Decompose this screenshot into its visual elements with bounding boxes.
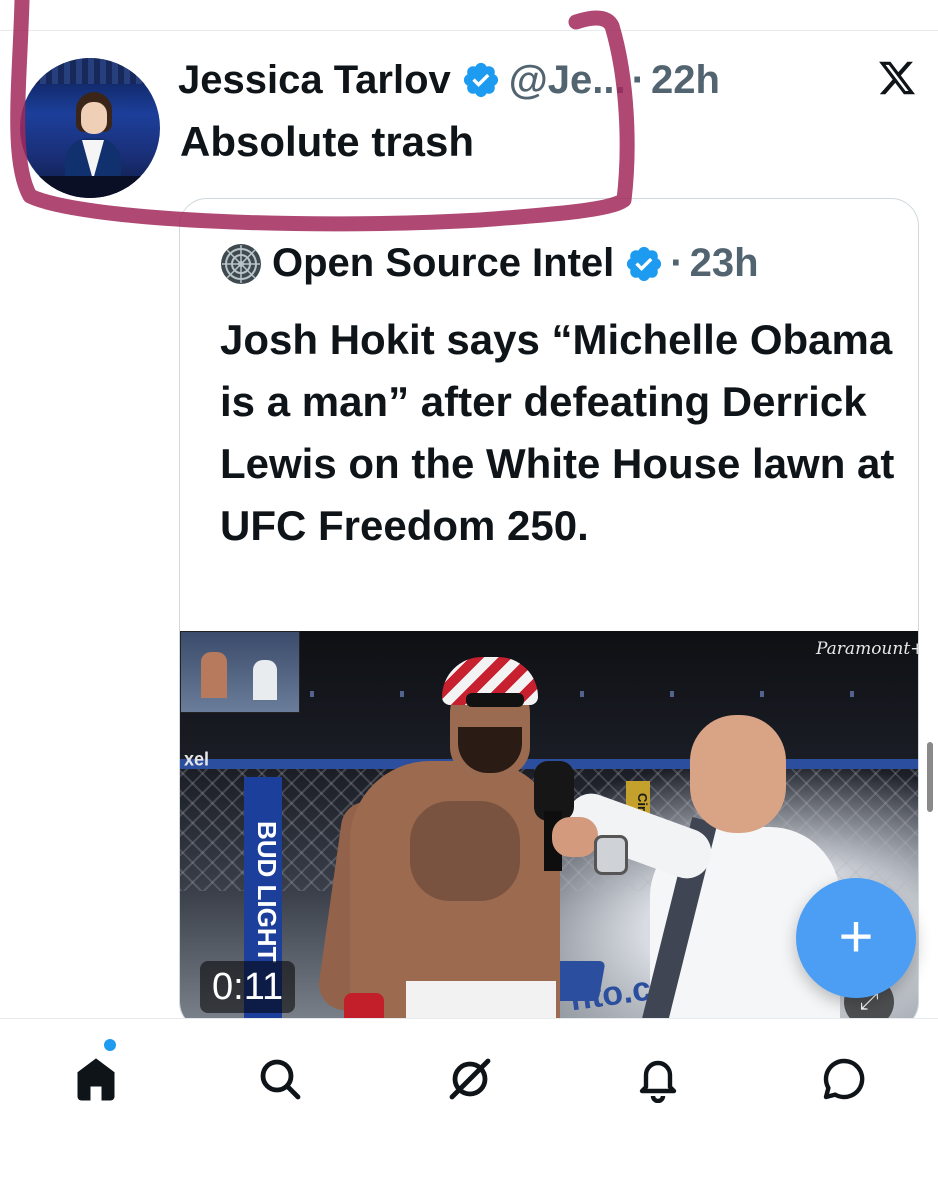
tab-search[interactable] (250, 1049, 310, 1109)
quoted-author-name[interactable]: Open Source Intel (272, 241, 614, 286)
verified-badge-icon (463, 62, 498, 98)
arena-screen-figure (253, 660, 277, 700)
fighter-chest (410, 801, 520, 901)
tweet-timestamp[interactable]: 22h (651, 58, 720, 103)
chat-icon (823, 1058, 865, 1100)
quoted-tweet-header: Open Source Intel · 23h (220, 241, 759, 286)
rail-sponsor-text: xel (184, 747, 210, 770)
tab-grok[interactable] (440, 1049, 500, 1109)
search-icon (260, 1059, 301, 1100)
separator-dot: · (670, 241, 684, 285)
author-avatar[interactable] (20, 58, 160, 198)
x-logo-icon[interactable] (876, 58, 918, 98)
avatar-desk (20, 176, 160, 198)
tab-home[interactable] (66, 1049, 126, 1109)
author-name[interactable]: Jessica Tarlov (178, 58, 451, 103)
avatar-background (28, 58, 158, 84)
wristwatch (594, 835, 628, 875)
arena-screen-figure (201, 652, 227, 698)
tab-messages[interactable] (814, 1049, 874, 1109)
arena-screen (180, 631, 300, 713)
avatar-face (81, 102, 107, 134)
quoted-tweet-timestamp[interactable]: 23h (690, 241, 759, 286)
quoted-tweet-text: Josh Hokit says “Michelle Obama is a man… (220, 316, 895, 549)
home-icon (77, 1058, 115, 1101)
author-handle[interactable]: @Je... (509, 58, 626, 103)
tab-notifications[interactable] (628, 1049, 688, 1109)
video-duration: 0:11 (200, 961, 296, 1013)
interviewer-hand (552, 817, 598, 857)
grok-icon (449, 1058, 491, 1100)
notification-dot (104, 1039, 116, 1051)
interviewer-head (690, 715, 786, 833)
separator-dot: · (631, 57, 645, 102)
compose-button[interactable]: + (796, 878, 916, 998)
bottom-tab-bar (0, 1018, 938, 1201)
fighter-sunglasses (466, 693, 524, 707)
broadcaster-watermark: Paramount+ (816, 639, 918, 659)
tweet-text: Absolute trash (180, 118, 475, 165)
verified-badge-icon (627, 246, 662, 281)
bell-icon (639, 1060, 677, 1103)
quoted-author-avatar[interactable] (220, 243, 262, 285)
top-divider (0, 30, 938, 31)
scrollbar[interactable] (927, 742, 933, 812)
tweet-header: Jessica Tarlov @Je... · 22h (178, 55, 720, 105)
